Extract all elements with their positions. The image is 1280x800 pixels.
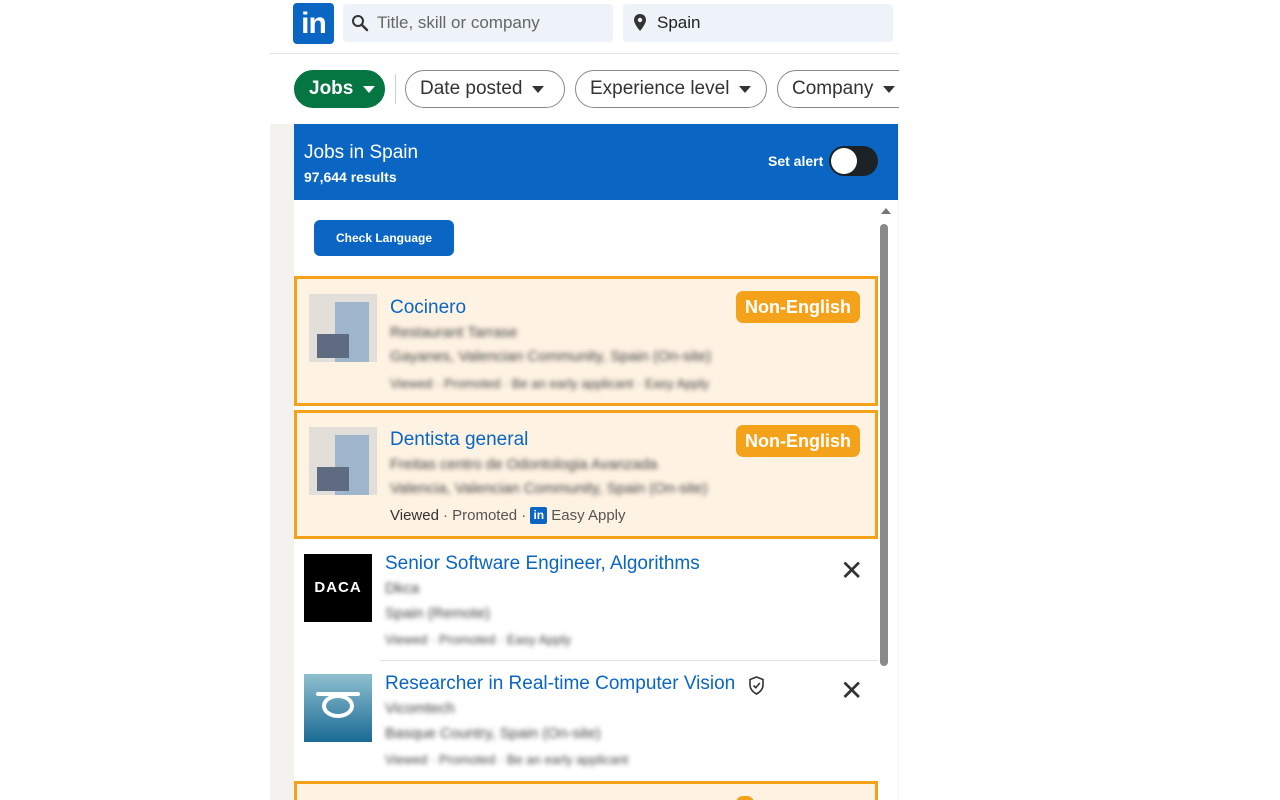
viewed-label: Viewed — [390, 507, 439, 524]
toggle-knob — [831, 148, 857, 174]
caret-down-icon — [532, 85, 545, 93]
results-list: Jobs in Spain 97,644 results Set alert C… — [294, 124, 898, 800]
non-english-badge — [736, 796, 754, 800]
logo-shape — [317, 467, 349, 491]
promoted-label: · Promoted · — [442, 507, 527, 524]
job-location: Valencia, Valencian Community, Spain (On… — [390, 480, 708, 497]
job-meta: Viewed · Promoted · in Easy Apply — [390, 507, 626, 524]
logo-shape — [322, 694, 354, 718]
job-card[interactable]: Researcher in Real-time Computer Vision … — [294, 662, 878, 780]
company-name: Freitas centro de Odontologia Avanzada — [390, 456, 658, 473]
keyword-search-input[interactable] — [377, 13, 597, 33]
close-icon[interactable]: ✕ — [840, 677, 863, 705]
job-card[interactable]: DACA Senior Software Engineer, Algorithm… — [294, 542, 878, 660]
company-logo-placeholder — [309, 294, 377, 362]
keyword-search-box[interactable] — [343, 4, 613, 42]
non-english-badge: Non-English — [736, 425, 860, 457]
caret-down-icon — [739, 85, 752, 93]
caret-down-icon — [363, 85, 376, 93]
results-title: Jobs in Spain — [304, 142, 419, 163]
scroll-up-arrow-icon[interactable] — [881, 208, 891, 214]
easy-apply-label: Easy Apply — [551, 507, 626, 524]
company-logo — [304, 674, 372, 742]
job-card[interactable] — [294, 781, 878, 800]
company-label: Company — [792, 78, 874, 99]
location-search-input[interactable] — [657, 13, 877, 33]
company-name: Dkca — [385, 580, 420, 597]
experience-level-label: Experience level — [590, 78, 730, 99]
job-meta: Viewed · Promoted · Be an early applican… — [390, 376, 710, 391]
company-name: Restaurant Tarrase — [390, 324, 518, 341]
job-title-link[interactable]: Researcher in Real-time Computer Vision — [385, 673, 735, 695]
jobs-filter-label: Jobs — [309, 78, 354, 99]
caret-down-icon — [883, 85, 896, 93]
company-filter-pill[interactable]: Company — [777, 70, 899, 108]
location-search-box[interactable] — [623, 4, 893, 42]
job-title-link[interactable]: Senior Software Engineer, Algorithms — [385, 553, 700, 575]
non-english-badge: Non-English — [736, 291, 860, 323]
list-separator — [380, 660, 878, 661]
results-banner: Jobs in Spain 97,644 results Set alert — [294, 124, 898, 200]
date-posted-label: Date posted — [420, 78, 523, 99]
experience-level-filter-pill[interactable]: Experience level — [575, 70, 767, 108]
close-icon[interactable]: ✕ — [840, 557, 863, 585]
filter-divider — [395, 74, 396, 104]
logo-shape — [317, 334, 349, 358]
date-posted-filter-pill[interactable]: Date posted — [405, 70, 565, 108]
company-name: Vicomtech — [385, 700, 455, 717]
check-language-button[interactable]: Check Language — [314, 220, 454, 256]
company-logo: DACA — [304, 554, 372, 622]
job-card[interactable]: Dentista general Freitas centro de Odont… — [294, 410, 878, 539]
job-location: Gayanes, Valencian Community, Spain (On-… — [390, 348, 712, 365]
top-bar: in — [270, 0, 899, 54]
company-logo-placeholder — [309, 427, 377, 495]
job-location: Basque Country, Spain (On-site) — [385, 725, 601, 742]
filter-bar: Jobs Date posted Experience level Compan… — [270, 54, 899, 124]
job-location: Spain (Remote) — [385, 605, 491, 622]
job-meta: Viewed · Promoted · Easy Apply — [385, 632, 572, 647]
job-title-link[interactable]: Dentista general — [390, 429, 528, 451]
set-alert-label: Set alert — [768, 153, 824, 169]
set-alert-toggle[interactable] — [829, 146, 878, 176]
job-meta: Viewed · Promoted · Be an early applican… — [385, 752, 629, 767]
shield-check-icon — [749, 676, 764, 695]
linkedin-logo[interactable]: in — [293, 3, 334, 44]
scrollbar-thumb[interactable] — [880, 224, 888, 666]
search-icon — [343, 14, 377, 32]
jobs-filter-pill[interactable]: Jobs — [294, 70, 385, 108]
results-panel: Jobs in Spain 97,644 results Set alert C… — [270, 124, 899, 800]
job-card[interactable]: Cocinero Restaurant Tarrase Gayanes, Val… — [294, 276, 878, 406]
linkedin-mini-icon: in — [530, 507, 548, 524]
linkedin-jobs-app: in Jobs Date posted Experience level — [270, 0, 899, 800]
location-pin-icon — [623, 13, 657, 33]
results-count: 97,644 results — [304, 169, 397, 185]
job-title-link[interactable]: Cocinero — [390, 297, 466, 319]
